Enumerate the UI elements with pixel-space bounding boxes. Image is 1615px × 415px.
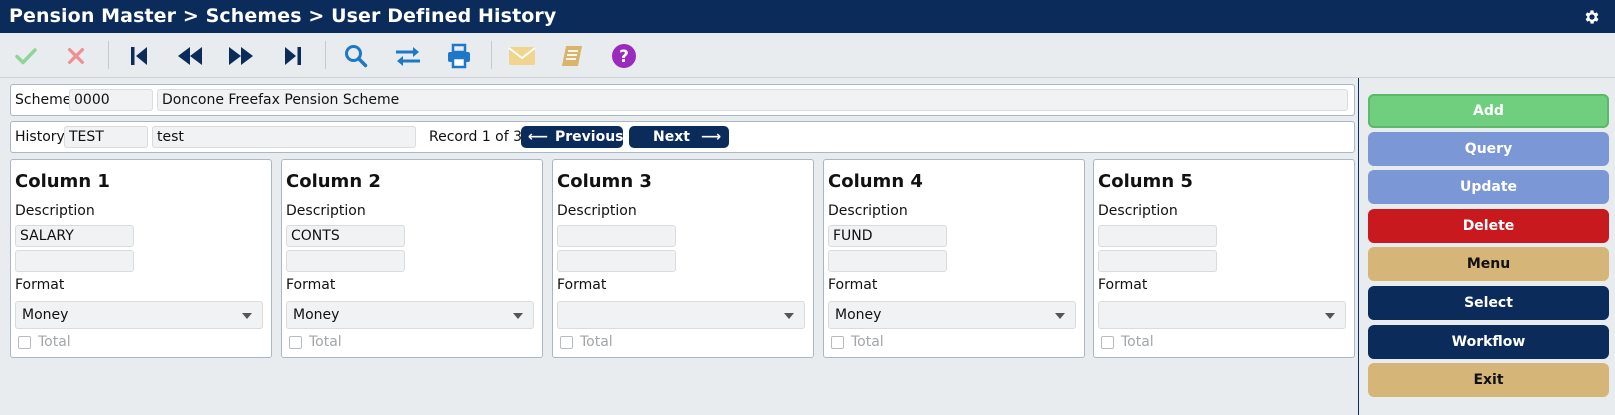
description-label: Description — [1098, 203, 1178, 219]
add-button[interactable]: Add — [1368, 94, 1609, 128]
total-label: Total — [38, 334, 71, 350]
total-label: Total — [1121, 334, 1154, 350]
notes-icon[interactable] — [556, 39, 590, 73]
chevron-down-icon — [242, 313, 252, 319]
chevron-down-icon — [1055, 313, 1065, 319]
total-checkbox[interactable] — [1101, 336, 1114, 349]
description-field-1[interactable]: SALARY — [15, 225, 134, 247]
history-description-field[interactable]: test — [152, 126, 416, 148]
next-icon[interactable] — [224, 39, 258, 73]
column-title: Column 1 — [15, 171, 110, 192]
format-select[interactable] — [1098, 301, 1346, 329]
total-checkbox[interactable] — [18, 336, 31, 349]
svg-text:?: ? — [619, 47, 629, 67]
record-count: Record 1 of 3 — [429, 129, 523, 145]
scheme-name-field[interactable]: Doncone Freefax Pension Scheme — [157, 89, 1348, 111]
toolbar-separator — [108, 41, 109, 69]
description-label: Description — [15, 203, 95, 219]
history-row: History TEST test Record 1 of 3 ⟵ Previo… — [10, 121, 1355, 153]
column-panel-3: Column 3 Description Format Total — [552, 159, 814, 358]
toolbar-separator — [491, 41, 492, 69]
column-title: Column 3 — [557, 171, 652, 192]
format-select[interactable] — [557, 301, 805, 329]
prev-icon[interactable] — [173, 39, 207, 73]
description-field-2[interactable] — [286, 250, 405, 272]
description-field-1[interactable]: CONTS — [286, 225, 405, 247]
total-checkbox[interactable] — [289, 336, 302, 349]
description-label: Description — [557, 203, 637, 219]
description-field-2[interactable] — [1098, 250, 1217, 272]
chevron-down-icon — [513, 313, 523, 319]
last-icon[interactable] — [276, 39, 310, 73]
column-title: Column 5 — [1098, 171, 1193, 192]
column-panel-5: Column 5 Description Format Total — [1093, 159, 1355, 358]
total-checkbox[interactable] — [560, 336, 573, 349]
format-label: Format — [828, 277, 878, 293]
format-select[interactable]: Money — [15, 301, 263, 329]
history-code-field[interactable]: TEST — [64, 126, 148, 148]
query-button[interactable]: Query — [1368, 132, 1609, 166]
next-button[interactable]: Next ⟶ — [629, 126, 729, 148]
arrow-right-icon: ⟶ — [701, 129, 722, 145]
first-icon[interactable] — [122, 39, 156, 73]
scheme-label: Scheme — [15, 92, 72, 108]
total-checkbox[interactable] — [831, 336, 844, 349]
format-select[interactable]: Money — [286, 301, 534, 329]
swap-icon[interactable] — [391, 39, 425, 73]
print-icon[interactable] — [442, 39, 476, 73]
cancel-icon[interactable] — [59, 39, 93, 73]
format-label: Format — [557, 277, 607, 293]
chevron-down-icon — [784, 313, 794, 319]
mail-icon[interactable] — [505, 39, 539, 73]
title-bar: Pension Master > Schemes > User Defined … — [0, 0, 1615, 33]
format-label: Format — [15, 277, 65, 293]
gear-icon[interactable] — [1583, 8, 1601, 26]
toolbar: ? — [0, 33, 1615, 78]
scheme-code-field[interactable]: 0000 — [69, 89, 153, 111]
description-label: Description — [286, 203, 366, 219]
column-panel-2: Column 2 Description CONTS Format Money … — [281, 159, 543, 358]
exit-button[interactable]: Exit — [1368, 363, 1609, 397]
delete-button[interactable]: Delete — [1368, 209, 1609, 243]
description-field-2[interactable] — [15, 250, 134, 272]
column-title: Column 4 — [828, 171, 923, 192]
panel-divider — [1358, 78, 1359, 415]
description-field-1[interactable] — [557, 225, 676, 247]
chevron-down-icon — [1325, 313, 1335, 319]
check-icon[interactable] — [9, 39, 43, 73]
workflow-button[interactable]: Workflow — [1368, 325, 1609, 359]
history-label: History — [15, 129, 65, 145]
total-label: Total — [309, 334, 342, 350]
column-panel-1: Column 1 Description SALARY Format Money… — [10, 159, 272, 358]
update-button[interactable]: Update — [1368, 170, 1609, 204]
scheme-row: Scheme 0000 Doncone Freefax Pension Sche… — [10, 84, 1355, 116]
toolbar-separator — [325, 41, 326, 69]
format-select[interactable]: Money — [828, 301, 1076, 329]
page-title: Pension Master > Schemes > User Defined … — [9, 5, 557, 27]
help-icon[interactable]: ? — [607, 39, 641, 73]
description-field-2[interactable] — [828, 250, 947, 272]
format-label: Format — [286, 277, 336, 293]
previous-button[interactable]: ⟵ Previous — [521, 126, 624, 148]
menu-button[interactable]: Menu — [1368, 247, 1609, 281]
format-label: Format — [1098, 277, 1148, 293]
search-icon[interactable] — [339, 39, 373, 73]
column-panel-4: Column 4 Description FUND Format Money T… — [823, 159, 1085, 358]
description-field-1[interactable]: FUND — [828, 225, 947, 247]
description-label: Description — [828, 203, 908, 219]
total-label: Total — [580, 334, 613, 350]
select-button[interactable]: Select — [1368, 286, 1609, 320]
description-field-2[interactable] — [557, 250, 676, 272]
total-label: Total — [851, 334, 884, 350]
description-field-1[interactable] — [1098, 225, 1217, 247]
column-title: Column 2 — [286, 171, 381, 192]
arrow-left-icon: ⟵ — [528, 129, 549, 145]
